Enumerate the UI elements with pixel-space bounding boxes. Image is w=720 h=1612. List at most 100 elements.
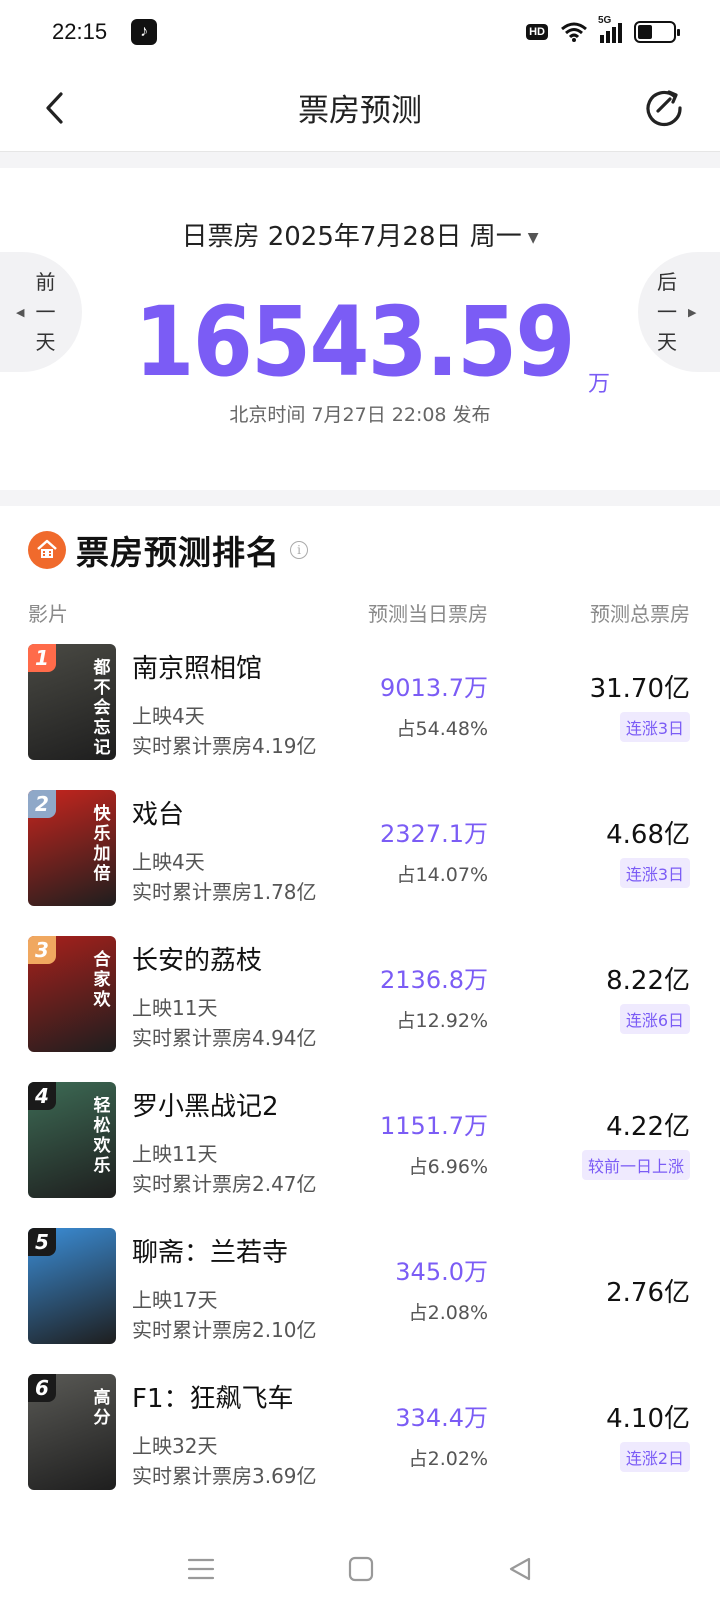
status-time: 22:15: [52, 19, 108, 44]
daily-summary: 日票房 2025年7月28日 周一 ▼ ◀ 前 一 天 后 一 天 ▶ 16543…: [0, 168, 720, 490]
movie-days: 上映11天: [132, 1142, 218, 1166]
back-icon[interactable]: [507, 1556, 533, 1582]
total-forecast: 2.76亿: [606, 1278, 690, 1308]
wifi-icon: [561, 22, 587, 42]
movie-cumulative: 实时累计票房2.47亿: [132, 1172, 317, 1196]
rank-badge: 2: [28, 790, 56, 818]
trend-badge: 较前一日上涨: [581, 1150, 690, 1180]
movie-poster: 6 高分: [28, 1374, 116, 1490]
chevron-left-icon: [46, 92, 63, 124]
poster-text: 都不会忘记: [93, 658, 111, 758]
movie-name: F1：狂飙飞车: [132, 1384, 294, 1414]
poster-text: 轻松欢乐: [93, 1096, 111, 1176]
share: 占2.08%: [408, 1302, 488, 1324]
movie-poster: 4 轻松欢乐: [28, 1082, 116, 1198]
total-forecast: 4.68亿: [606, 820, 690, 850]
header: 票房预测: [0, 64, 720, 152]
signal-icon: 5G: [598, 15, 622, 43]
movie-cumulative: 实时累计票房3.69亿: [132, 1464, 317, 1488]
movie-days: 上映32天: [132, 1434, 218, 1458]
movie-name: 戏台: [132, 800, 185, 830]
movie-poster: 5: [28, 1228, 116, 1344]
daily-forecast: 2136.8万: [380, 966, 488, 994]
section-header: 票房预测排名 i: [28, 520, 308, 580]
status-icons: HD 5G: [526, 15, 680, 43]
poster-text: 快乐加倍: [93, 804, 111, 884]
hd-icon: HD: [526, 24, 548, 40]
trend-badge: 连涨6日: [619, 1004, 690, 1034]
movie-name: 长安的荔枝: [132, 946, 263, 976]
movie-poster: 2 快乐加倍: [28, 790, 116, 906]
share: 占54.48%: [396, 718, 488, 740]
movie-name: 罗小黑战记2: [132, 1092, 279, 1122]
movie-poster: 1 都不会忘记: [28, 644, 116, 760]
page-title: 票房预测: [298, 93, 422, 129]
movie-days: 上映4天: [132, 704, 205, 728]
movie-days: 上映4天: [132, 850, 205, 874]
daily-forecast: 9013.7万: [380, 674, 488, 702]
share: 占6.96%: [408, 1156, 488, 1178]
movie-cumulative: 实时累计票房4.94亿: [132, 1026, 317, 1050]
info-icon[interactable]: i: [290, 541, 308, 559]
movie-cumulative: 实时累计票房2.10亿: [132, 1318, 317, 1342]
publish-time: 北京时间 7月27日 22:08 发布: [229, 404, 491, 426]
movie-name: 南京照相馆: [132, 654, 263, 684]
trend-badge: 连涨2日: [619, 1442, 690, 1472]
total-forecast: 4.22亿: [606, 1112, 690, 1142]
movie-days: 上映11天: [132, 996, 218, 1020]
rank-badge: 6: [28, 1374, 56, 1402]
caret-down-icon: ▼: [527, 229, 539, 246]
system-nav-bar: [0, 1526, 720, 1612]
movie-row[interactable]: 2 快乐加倍 戏台 上映4天 实时累计票房1.78亿 2327.1万 占14.0…: [0, 790, 720, 936]
menu-icon[interactable]: [187, 1557, 215, 1581]
total-forecast: 4.10亿: [606, 1404, 690, 1434]
tiktok-icon: ♪: [131, 19, 158, 45]
movie-row[interactable]: 5 聊斋：兰若寺 上映17天 实时累计票房2.10亿 345.0万 占2.08%…: [0, 1228, 720, 1374]
movie-row[interactable]: 4 轻松欢乐 罗小黑战记2 上映11天 实时累计票房2.47亿 1151.7万 …: [0, 1082, 720, 1228]
daily-forecast: 1151.7万: [380, 1112, 488, 1140]
battery-icon: [634, 21, 680, 43]
total-value: 16543.59: [134, 286, 575, 398]
section-title: 票房预测排名: [76, 533, 280, 572]
back-button[interactable]: [36, 86, 72, 130]
date-selector[interactable]: 日票房 2025年7月28日 周一 ▼: [0, 216, 720, 253]
movie-cumulative: 实时累计票房1.78亿: [132, 880, 317, 904]
movie-row[interactable]: 1 都不会忘记 南京照相馆 上映4天 实时累计票房4.19亿 9013.7万 占…: [0, 644, 720, 790]
share: 占2.02%: [408, 1448, 488, 1470]
date-label: 日票房 2025年7月28日 周一: [181, 222, 522, 252]
refresh-button[interactable]: [642, 86, 686, 130]
rank-badge: 3: [28, 936, 56, 964]
movie-list: 1 都不会忘记 南京照相馆 上映4天 实时累计票房4.19亿 9013.7万 占…: [0, 644, 720, 1520]
share: 占12.92%: [396, 1010, 488, 1032]
trend-badge: 连涨3日: [619, 858, 690, 888]
poster-text: 高分: [93, 1388, 111, 1428]
col-film: 影片: [28, 602, 68, 626]
movie-cumulative: 实时累计票房4.19亿: [132, 734, 317, 758]
poster-text: 合家欢: [93, 950, 111, 1010]
film-house-icon: [28, 531, 66, 569]
movie-row[interactable]: 3 合家欢 长安的荔枝 上映11天 实时累计票房4.94亿 2136.8万 占1…: [0, 936, 720, 1082]
total-forecast: 8.22亿: [606, 966, 690, 996]
col-total: 预测总票房: [590, 602, 690, 626]
refresh-icon: [646, 90, 682, 127]
movie-row[interactable]: 6 高分 F1：狂飙飞车 上映32天 实时累计票房3.69亿 334.4万 占2…: [0, 1374, 720, 1520]
rank-badge: 5: [28, 1228, 56, 1256]
rank-badge: 4: [28, 1082, 56, 1110]
ranking-section: 票房预测排名 i 影片 预测当日票房 预测总票房 1 都不会忘记 南京照相馆 上…: [0, 506, 720, 1526]
total-box-office: 16543.59 万: [0, 286, 720, 398]
total-unit: 万: [588, 372, 611, 397]
movie-name: 聊斋：兰若寺: [132, 1238, 289, 1268]
daily-forecast: 2327.1万: [380, 820, 488, 848]
daily-forecast: 345.0万: [395, 1258, 488, 1286]
column-headers: 影片 预测当日票房 预测总票房: [0, 598, 720, 628]
home-icon[interactable]: [348, 1556, 374, 1582]
total-forecast: 31.70亿: [589, 674, 690, 704]
trend-badge: 连涨3日: [619, 712, 690, 742]
movie-poster: 3 合家欢: [28, 936, 116, 1052]
rank-badge: 1: [28, 644, 56, 672]
daily-forecast: 334.4万: [395, 1404, 488, 1432]
col-daily: 预测当日票房: [368, 602, 488, 626]
movie-days: 上映17天: [132, 1288, 218, 1312]
status-bar: 22:15 ♪ HD 5G: [0, 0, 720, 64]
share: 占14.07%: [396, 864, 488, 886]
